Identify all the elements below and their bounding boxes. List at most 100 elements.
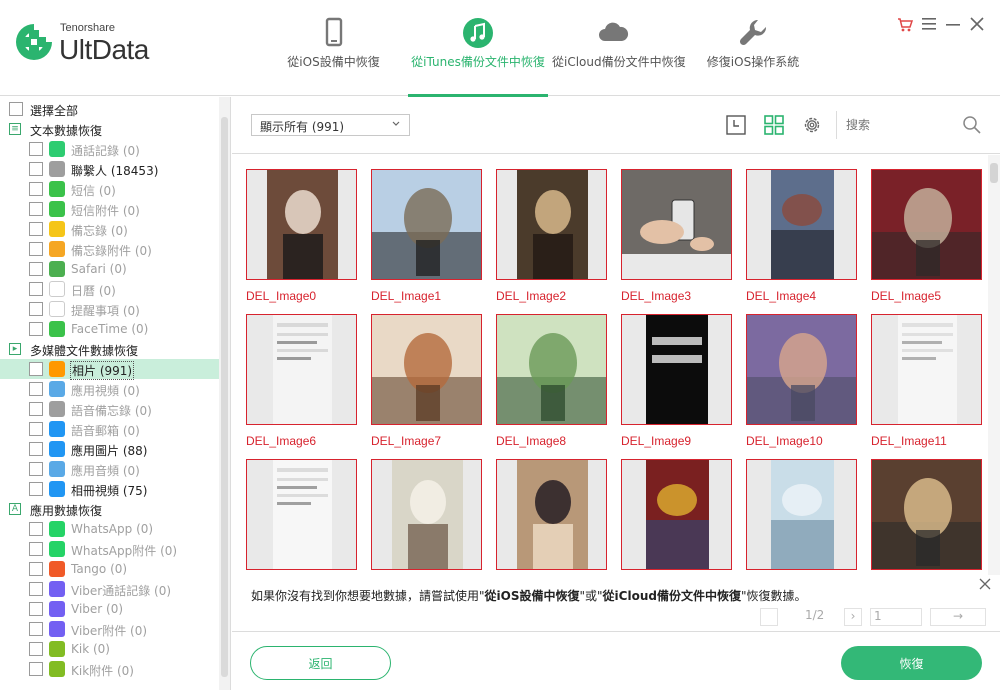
recover-button[interactable]: 恢復 xyxy=(841,646,982,680)
sidebar-item[interactable]: 提醒事項 (0) xyxy=(0,299,220,319)
photo-thumbnail[interactable] xyxy=(371,459,482,570)
photo-thumbnail[interactable] xyxy=(371,169,482,280)
sidebar-category[interactable]: ▸ 多媒體文件數據恢復 xyxy=(0,339,220,359)
sidebar-category[interactable]: ≡ 文本數據恢復 xyxy=(0,119,220,139)
select-all-checkbox[interactable] xyxy=(9,102,23,116)
item-checkbox[interactable] xyxy=(29,422,43,436)
item-checkbox[interactable] xyxy=(29,162,43,176)
item-checkbox[interactable] xyxy=(29,282,43,296)
go-page-button[interactable]: → xyxy=(930,608,986,626)
item-checkbox[interactable] xyxy=(29,402,43,416)
item-checkbox[interactable] xyxy=(29,562,43,576)
photo-thumbnail[interactable] xyxy=(246,169,357,280)
item-checkbox[interactable] xyxy=(29,182,43,196)
sidebar-item[interactable]: 短信附件 (0) xyxy=(0,199,220,219)
photo-thumbnail[interactable] xyxy=(496,314,607,425)
photo-thumbnail[interactable] xyxy=(746,314,857,425)
sidebar-item[interactable]: 相冊視頻 (75) xyxy=(0,479,220,499)
gear-icon[interactable] xyxy=(801,114,823,136)
sidebar-item[interactable]: FaceTime (0) xyxy=(0,319,220,339)
item-checkbox[interactable] xyxy=(29,442,43,456)
photo-thumbnail[interactable] xyxy=(621,459,732,570)
item-checkbox[interactable] xyxy=(29,482,43,496)
sidebar-item[interactable]: 相片 (991) xyxy=(0,359,220,380)
media-category-icon[interactable]: ▸ xyxy=(9,343,21,355)
search-input[interactable] xyxy=(846,114,956,136)
item-checkbox[interactable] xyxy=(29,602,43,616)
search-icon[interactable] xyxy=(962,115,982,135)
tab-repair-ios[interactable]: 修復iOS操作系統 xyxy=(702,0,804,96)
photo-thumbnail[interactable] xyxy=(746,459,857,570)
item-checkbox[interactable] xyxy=(29,462,43,476)
cart-icon[interactable] xyxy=(896,14,914,34)
sidebar-category[interactable]: A 應用數據恢復 xyxy=(0,499,220,519)
photo-thumbnail[interactable] xyxy=(371,314,482,425)
item-checkbox[interactable] xyxy=(29,302,43,316)
tab-ios-device[interactable]: 從iOS設備中恢復 xyxy=(276,0,391,96)
sidebar-item[interactable]: Viber通話記錄 (0) xyxy=(0,579,220,599)
close-icon[interactable] xyxy=(968,14,986,34)
sidebar-item[interactable]: 備忘錄 (0) xyxy=(0,219,220,239)
photo-thumbnail[interactable] xyxy=(871,314,982,425)
sidebar-item[interactable]: Viber (0) xyxy=(0,599,220,619)
sidebar-item[interactable]: WhatsApp (0) xyxy=(0,519,220,539)
item-checkbox[interactable] xyxy=(29,522,43,536)
item-checkbox[interactable] xyxy=(29,642,43,656)
photo-thumbnail[interactable] xyxy=(871,459,982,570)
sidebar-item-select-all[interactable]: 選擇全部 xyxy=(0,99,220,119)
sidebar-item[interactable]: Kik附件 (0) xyxy=(0,659,220,679)
photo-thumbnail[interactable] xyxy=(621,169,732,280)
item-checkbox[interactable] xyxy=(29,242,43,256)
scrollbar-thumb[interactable] xyxy=(990,163,998,183)
item-checkbox[interactable] xyxy=(29,262,43,276)
grid-scrollbar[interactable] xyxy=(988,155,1000,575)
text-category-icon[interactable]: ≡ xyxy=(9,123,21,135)
item-checkbox[interactable] xyxy=(29,542,43,556)
app-category-icon[interactable]: A xyxy=(9,503,21,515)
minimize-icon[interactable] xyxy=(944,14,962,34)
sidebar-item[interactable]: 應用圖片 (88) xyxy=(0,439,220,459)
item-checkbox[interactable] xyxy=(29,222,43,236)
hint-link-icloud[interactable]: 從iCloud備份文件中恢復 xyxy=(603,589,741,603)
sidebar-item[interactable]: 應用視頻 (0) xyxy=(0,379,220,399)
item-checkbox[interactable] xyxy=(29,322,43,336)
sidebar-item[interactable]: Tango (0) xyxy=(0,559,220,579)
photo-thumbnail[interactable] xyxy=(621,314,732,425)
back-button[interactable]: 返回 xyxy=(250,646,391,680)
next-page-button[interactable]: › xyxy=(844,608,862,626)
filter-dropdown[interactable]: 顯示所有 (991) xyxy=(251,114,410,136)
sidebar-item[interactable]: 短信 (0) xyxy=(0,179,220,199)
page-input[interactable]: 1 xyxy=(870,608,922,626)
photo-thumbnail[interactable] xyxy=(496,169,607,280)
sidebar-item[interactable]: 語音備忘錄 (0) xyxy=(0,399,220,419)
sidebar-item[interactable]: 聯繫人 (18453) xyxy=(0,159,220,179)
item-checkbox[interactable] xyxy=(29,582,43,596)
timeline-view-icon[interactable] xyxy=(725,114,747,136)
item-checkbox[interactable] xyxy=(29,662,43,676)
sidebar-item[interactable]: 通話記錄 (0) xyxy=(0,139,220,159)
sidebar-item[interactable]: 日曆 (0) xyxy=(0,279,220,299)
photo-thumbnail[interactable] xyxy=(246,314,357,425)
sidebar-item[interactable]: Safari (0) xyxy=(0,259,220,279)
prev-page-button[interactable] xyxy=(760,608,778,626)
item-checkbox[interactable] xyxy=(29,362,43,376)
item-checkbox[interactable] xyxy=(29,622,43,636)
item-checkbox[interactable] xyxy=(29,382,43,396)
sidebar-item[interactable]: Kik (0) xyxy=(0,639,220,659)
menu-icon[interactable] xyxy=(920,14,938,34)
tab-itunes-backup[interactable]: 從iTunes備份文件中恢復 xyxy=(408,0,548,97)
item-checkbox[interactable] xyxy=(29,202,43,216)
scrollbar-thumb[interactable] xyxy=(221,117,228,677)
sidebar-scrollbar[interactable] xyxy=(219,97,230,690)
photo-thumbnail[interactable] xyxy=(746,169,857,280)
sidebar-item[interactable]: 應用音頻 (0) xyxy=(0,459,220,479)
close-icon[interactable] xyxy=(978,577,992,591)
photo-thumbnail[interactable] xyxy=(871,169,982,280)
tab-icloud-backup[interactable]: 從iCloud備份文件中恢復 xyxy=(552,0,686,96)
sidebar-item[interactable]: 語音郵箱 (0) xyxy=(0,419,220,439)
grid-view-icon[interactable] xyxy=(763,114,785,136)
sidebar-item[interactable]: 備忘錄附件 (0) xyxy=(0,239,220,259)
hint-link-ios-device[interactable]: 從iOS設備中恢復 xyxy=(485,589,580,603)
photo-thumbnail[interactable] xyxy=(496,459,607,570)
photo-thumbnail[interactable] xyxy=(246,459,357,570)
